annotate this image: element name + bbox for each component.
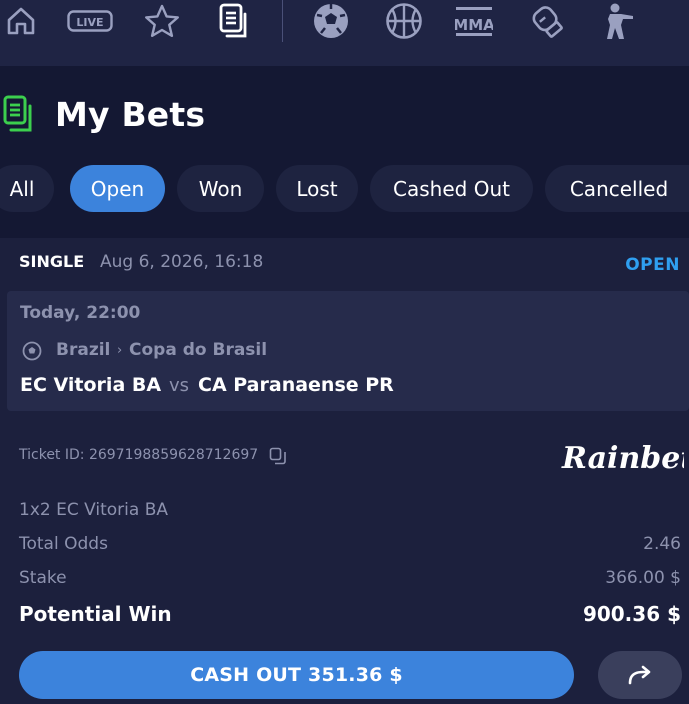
tab-lost[interactable]: Lost bbox=[276, 165, 358, 212]
tab-cashed-out-label: Cashed Out bbox=[393, 176, 510, 201]
top-nav: LIVE MMA bbox=[0, 0, 689, 66]
share-button[interactable] bbox=[598, 651, 682, 699]
live-icon[interactable]: LIVE bbox=[66, 0, 114, 42]
esports-icon[interactable] bbox=[598, 0, 640, 42]
tab-all[interactable]: All bbox=[0, 165, 54, 212]
event-league: Copa do Brasil bbox=[129, 340, 268, 360]
stake-value: 366.00 $ bbox=[605, 568, 681, 588]
mma-icon-label: MMA bbox=[455, 16, 493, 34]
selection-name: 1x2 EC Vitoria BA bbox=[19, 500, 168, 520]
boxing-icon[interactable] bbox=[526, 0, 568, 42]
tab-won-label: Won bbox=[198, 176, 243, 201]
basketball-icon[interactable] bbox=[384, 0, 424, 42]
mma-icon[interactable]: MMA bbox=[455, 0, 493, 42]
tab-cancelled-label: Cancelled bbox=[569, 176, 669, 201]
bet-date: Aug 6, 2026, 16:18 bbox=[100, 252, 264, 272]
home-icon[interactable] bbox=[3, 0, 39, 42]
tab-open-label: Open bbox=[90, 176, 145, 201]
bet-type: SINGLE bbox=[19, 252, 85, 271]
tab-cancelled[interactable]: Cancelled bbox=[545, 165, 689, 212]
favorites-icon[interactable] bbox=[142, 0, 182, 42]
brand-logo-text: Rainbet bbox=[561, 441, 684, 476]
event-country: Brazil bbox=[56, 340, 111, 360]
tab-all-label: All bbox=[9, 176, 35, 201]
live-icon-label: LIVE bbox=[76, 16, 103, 29]
tab-cashed-out[interactable]: Cashed Out bbox=[370, 165, 533, 212]
nav-divider bbox=[282, 0, 283, 42]
potential-win-value: 900.36 $ bbox=[582, 602, 681, 626]
stake-label: Stake bbox=[19, 568, 67, 588]
bet-status-badge: OPEN bbox=[625, 255, 680, 275]
tab-lost-label: Lost bbox=[296, 176, 338, 201]
potential-win-label: Potential Win bbox=[19, 602, 172, 626]
event-time: Today, 22:00 bbox=[20, 303, 141, 323]
my-bets-icon bbox=[2, 95, 36, 139]
brand-logo: Rainbet bbox=[560, 434, 689, 482]
away-team: CA Paranaense PR bbox=[198, 374, 394, 396]
share-arrow-icon bbox=[628, 665, 651, 685]
page-title: My Bets bbox=[55, 95, 206, 134]
copy-icon[interactable] bbox=[269, 447, 287, 469]
tab-won[interactable]: Won bbox=[177, 165, 264, 212]
ticket-id: Ticket ID: 2697198859628712697 bbox=[19, 447, 259, 463]
total-odds-label: Total Odds bbox=[19, 534, 108, 554]
tab-open[interactable]: Open bbox=[70, 165, 165, 212]
versus-label: vs bbox=[169, 375, 190, 396]
cash-out-button-label: CASH OUT 351.36 $ bbox=[190, 664, 403, 686]
total-odds-value: 2.46 bbox=[643, 534, 681, 554]
soccer-icon[interactable] bbox=[311, 0, 351, 42]
soccer-ball-icon bbox=[22, 341, 42, 365]
home-team: EC Vitoria BA bbox=[20, 374, 162, 396]
breadcrumb-separator-icon: › bbox=[117, 343, 123, 358]
bets-icon[interactable] bbox=[215, 0, 253, 42]
cash-out-button[interactable]: CASH OUT 351.36 $ bbox=[19, 651, 574, 699]
